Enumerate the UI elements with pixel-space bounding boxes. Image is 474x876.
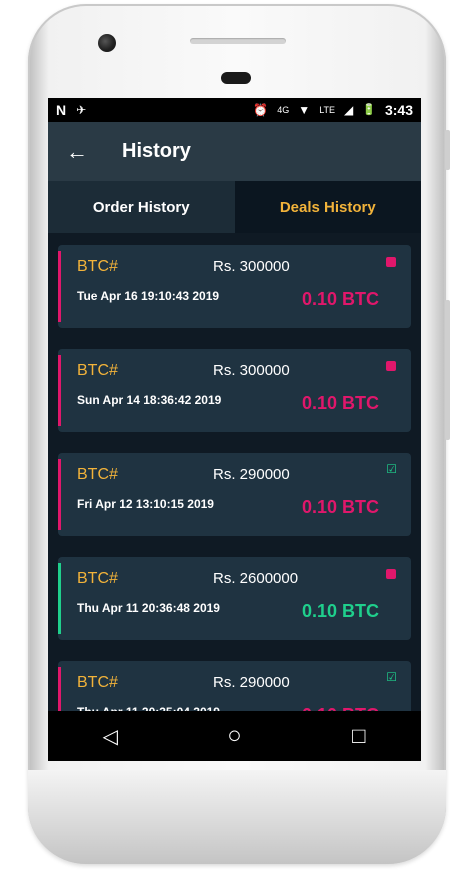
pending-square-icon	[386, 257, 396, 267]
deal-price: Rs. 2600000	[213, 570, 299, 587]
volume-rocker	[445, 300, 450, 440]
nav-home-icon[interactable]: ○	[214, 722, 254, 750]
battery-icon: 🔋	[362, 103, 376, 116]
check-box-icon: ☑	[386, 670, 397, 684]
pending-square-icon	[386, 569, 396, 579]
notification-n-icon: N	[56, 102, 67, 118]
deal-price: Rs. 290000	[213, 466, 290, 483]
status-right: ⏰ 4G ▼ LTE ◢ 🔋 3:43	[253, 102, 413, 118]
deal-code: BTC#	[77, 466, 118, 483]
card-accent-bar	[58, 355, 61, 426]
deal-date: Fri Apr 12 13:10:15 2019	[77, 497, 214, 511]
deal-code: BTC#	[77, 258, 118, 275]
deal-date: Thu Apr 11 20:36:48 2019	[77, 601, 220, 615]
deal-amount: 0.10 BTC	[301, 289, 379, 309]
status-bar: N ✈ ⏰ 4G ▼ LTE ◢ 🔋 3:43	[48, 98, 421, 122]
deal-card[interactable]: BTC# Rs. 300000 Tue Apr 16 19:10:43 2019…	[58, 245, 411, 328]
call-4g-icon: 4G	[277, 104, 290, 115]
app-bar: ← History	[48, 122, 421, 181]
pending-square-icon	[386, 361, 396, 371]
deal-card[interactable]: BTC# Rs. 300000 Sun Apr 14 18:36:42 2019…	[58, 349, 411, 432]
proximity-sensor	[221, 72, 251, 84]
deal-code: BTC#	[77, 674, 118, 691]
deal-amount: 0.10 BTC	[301, 497, 379, 517]
card-accent-bar	[58, 251, 61, 322]
airplane-off-icon: ✈	[76, 103, 87, 117]
card-accent-bar	[58, 459, 61, 530]
deal-card[interactable]: BTC# Rs. 290000 Fri Apr 12 13:10:15 2019…	[58, 453, 411, 536]
deal-date: Tue Apr 16 19:10:43 2019	[77, 289, 220, 303]
deal-code: BTC#	[77, 362, 118, 379]
front-camera	[98, 34, 116, 52]
history-tabs: Order History Deals History	[48, 181, 421, 233]
status-left: N ✈	[56, 103, 86, 117]
tab-order-history[interactable]: Order History	[48, 181, 235, 233]
earpiece-speaker	[190, 38, 286, 44]
card-accent-bar	[58, 563, 61, 634]
wifi-icon: ▼	[298, 103, 311, 117]
deal-amount: 0.10 BTC	[301, 601, 379, 621]
deal-amount: 0.10 BTC	[301, 393, 379, 413]
deal-price: Rs. 300000	[213, 362, 290, 379]
phone-chin	[28, 770, 446, 864]
nav-back-icon[interactable]: ◁	[90, 724, 130, 749]
deal-price: Rs. 300000	[213, 258, 290, 275]
deal-price: Rs. 290000	[213, 674, 290, 691]
android-nav-bar: ◁ ○ □	[48, 711, 421, 761]
check-box-icon: ☑	[386, 462, 397, 476]
back-arrow-icon[interactable]: ←	[66, 139, 102, 165]
deals-list: BTC# Rs. 300000 Tue Apr 16 19:10:43 2019…	[48, 233, 421, 744]
page-title: History	[122, 140, 191, 162]
tab-deals-history[interactable]: Deals History	[234, 181, 421, 233]
signal-icon: ◢	[344, 103, 354, 117]
nav-recents-icon[interactable]: □	[339, 723, 379, 749]
lte-icon: LTE	[319, 104, 336, 115]
screen: N ✈ ⏰ 4G ▼ LTE ◢ 🔋 3:43 ← History Order …	[48, 98, 421, 761]
power-button	[445, 130, 450, 170]
alarm-icon: ⏰	[253, 103, 269, 117]
deal-date: Sun Apr 14 18:36:42 2019	[77, 393, 222, 407]
deal-code: BTC#	[77, 570, 118, 587]
deal-card[interactable]: BTC# Rs. 2600000 Thu Apr 11 20:36:48 201…	[58, 557, 411, 640]
clock: 3:43	[384, 102, 413, 118]
